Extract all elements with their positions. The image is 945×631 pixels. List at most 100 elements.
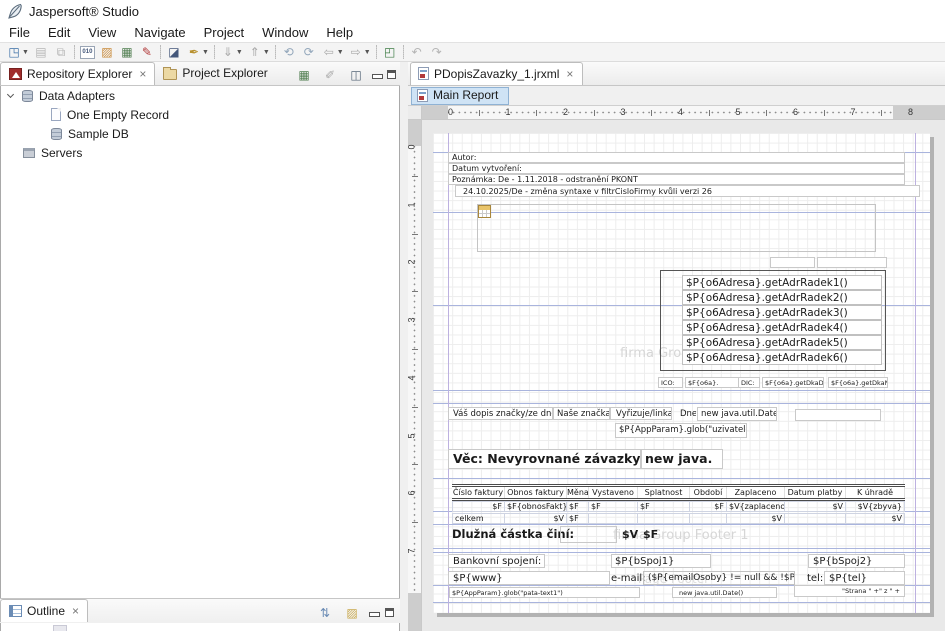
adresa-line-field[interactable]: $P{o6Adresa}.getAdrRadek3() [682,305,882,320]
adresa-line-field[interactable]: $P{o6Adresa}.getAdrRadek1() [682,275,882,290]
dic-value-field[interactable]: $F{o6a}.getDkaDic() [762,377,824,388]
celkem-cell[interactable]: $F [567,513,589,524]
bspoj2-field[interactable]: $P{bSpoj2} [808,554,905,568]
detail-cell[interactable]: $F{obnosFakt} [505,501,567,512]
tel-field[interactable]: $P{tel} [824,571,905,585]
tab-jrxml-file[interactable]: PDopisZavazky_1.jrxml × [410,62,583,85]
menu-help[interactable]: Help [317,23,362,42]
maximize-outline-icon[interactable] [385,608,394,617]
celkem-cell[interactable] [785,513,846,524]
tree-item-servers[interactable]: Servers [1,143,399,162]
bspoj1-field[interactable]: $P{bSpoj1} [611,554,711,568]
tab-project-explorer[interactable]: Project Explorer [155,62,275,85]
publish-to-server-icon[interactable]: ◪ [164,44,184,61]
vyrizuje-label[interactable]: Vyřizuje/linka [610,407,672,420]
minimize-view-icon[interactable] [372,71,381,79]
empty-date-field[interactable] [795,409,881,421]
date-expr-field[interactable]: new java.util.Date() [697,407,777,421]
celkem-cell[interactable] [638,513,690,524]
next-edit-location-icon[interactable]: ⟳ [299,44,319,61]
expand-chevron-icon[interactable] [7,91,14,98]
celkem-cell[interactable] [589,513,638,524]
palette-icon[interactable]: ▨ [342,604,362,621]
celkem-cell[interactable] [690,513,727,524]
maximize-view-icon[interactable] [387,70,396,79]
detail-cell[interactable]: $F [638,501,690,512]
tab-repository-explorer[interactable]: Repository Explorer × [0,62,155,85]
detail-cell[interactable]: $V [785,501,846,512]
wand-icon[interactable]: ✐ [320,66,340,83]
celkem-cell[interactable]: $V [846,513,905,524]
menu-navigate[interactable]: Navigate [125,23,194,42]
detail-cell[interactable]: $F [690,501,727,512]
detail-cell[interactable]: $F [589,501,638,512]
dluzna-v-field[interactable]: $V [622,528,638,541]
add-data-adapter-icon[interactable]: ▦ [117,44,137,61]
small-field-1[interactable] [770,257,815,268]
invoice-table-celkem-row[interactable]: celkem$V$F$V$V [452,513,905,524]
link-with-editor-icon[interactable]: ⇅ [315,604,335,621]
add-data-adapter-icon[interactable]: ▦ [294,66,314,83]
menu-window[interactable]: Window [253,23,317,42]
celkem-cell[interactable]: $V [505,513,567,524]
detail-cell[interactable]: $V{zaplaceno} [727,501,785,512]
detail-cell[interactable]: $F [567,501,589,512]
bank-label[interactable]: Bankovní spojení: [448,554,545,568]
tree-item-one-empty-record[interactable]: One Empty Record [1,105,399,124]
add-server-icon[interactable]: ◫ [346,66,366,83]
nase-znacka-label[interactable]: Naše značka [553,407,610,420]
email-expr-field[interactable]: ($P{emailOsoby} != null && !$P [643,571,795,585]
dic-value2-field[interactable]: $F{o6a}.getDkaNr() [828,377,888,388]
autor-field[interactable]: Autor: [448,152,905,163]
report-wizard-icon[interactable]: ▨ [97,44,117,61]
poznamka2-field[interactable]: 24.10.2025/De - změna syntaxe v filtrCis… [455,185,920,197]
datum-field[interactable]: Datum vytvoření: [448,163,905,174]
footer-date-field[interactable]: new java.util.Date() [672,587,777,598]
report-page[interactable]: Title firma Group Header 1 firma Group F… [433,133,930,613]
menu-view[interactable]: View [79,23,125,42]
pata-text-field[interactable]: $P{AppParam}.glob("pata-text1") [449,587,640,598]
tree-item-sample-db[interactable]: Sample DB [1,124,399,143]
subject-value-field[interactable]: new java. [641,449,723,469]
close-icon[interactable]: × [139,67,146,81]
invoice-table-detail-row[interactable]: $F$F{obnosFakt}$F$F$F$F$V{zaplaceno}$V$V… [452,501,905,512]
tab-outline[interactable]: Outline × [0,599,88,622]
www-field[interactable]: $P{www} [448,571,610,585]
detail-cell[interactable]: $F [452,501,505,512]
check-report-icon[interactable]: ✎ [137,44,157,61]
poznamka-field[interactable]: Poznámka: De - 1.11.2018 - odstranění PK… [448,174,905,185]
dne-label[interactable]: Dne [672,407,697,420]
invoice-table-header-row[interactable]: Číslo fakturyObnos fakturyMěnaVystavenoS… [452,484,905,501]
menu-project[interactable]: Project [195,23,253,42]
adresa-line-field[interactable]: $P{o6Adresa}.getAdrRadek4() [682,320,882,335]
celkem-cell[interactable]: celkem [452,513,505,524]
table-element-icon[interactable] [478,205,491,218]
adresa-line-field[interactable]: $P{o6Adresa}.getAdrRadek2() [682,290,882,305]
detail-cell[interactable]: $V{zbyva} [846,501,905,512]
adresa-line-field[interactable]: $P{o6Adresa}.getAdrRadek5() [682,335,882,350]
close-icon[interactable]: × [72,604,79,618]
design-canvas[interactable]: Title firma Group Header 1 firma Group F… [422,120,945,631]
header-frame[interactable] [477,204,876,252]
close-icon[interactable]: × [566,67,573,81]
tree-item-data-adapters[interactable]: Data Adapters [1,86,399,105]
tab-main-report[interactable]: Main Report [411,87,509,105]
vas-dopis-label[interactable]: Váš dopis značky/ze dne [448,407,553,420]
subject-label-field[interactable]: Věc: Nevyrovnané závazky k [448,449,641,469]
small-field-2[interactable] [817,257,887,268]
datasource-010-icon[interactable]: 010 [80,46,95,59]
dluzna-empty-field[interactable] [560,526,617,543]
new-wizard-icon[interactable]: ◳ [4,44,24,61]
new-report-icon[interactable]: ◰ [380,44,400,61]
menu-edit[interactable]: Edit [39,23,79,42]
prev-edit-location-icon[interactable]: ⟲ [279,44,299,61]
celkem-cell[interactable]: $V [727,513,785,524]
dluzna-label[interactable]: Dlužná částka činí: [452,527,574,541]
minimize-outline-icon[interactable] [369,609,378,617]
adresa-line-field[interactable]: $P{o6Adresa}.getAdrRadek6() [682,350,882,365]
panel-sash[interactable] [400,62,408,631]
dluzna-f-field[interactable]: $F [643,528,658,541]
style-pen-icon[interactable]: ✒ [184,44,204,61]
uzivatel-expr-field[interactable]: $P{AppParam}.glob("uzivatel-t") [615,423,747,438]
strana-field[interactable]: "Strana " +" z " + [794,585,905,597]
